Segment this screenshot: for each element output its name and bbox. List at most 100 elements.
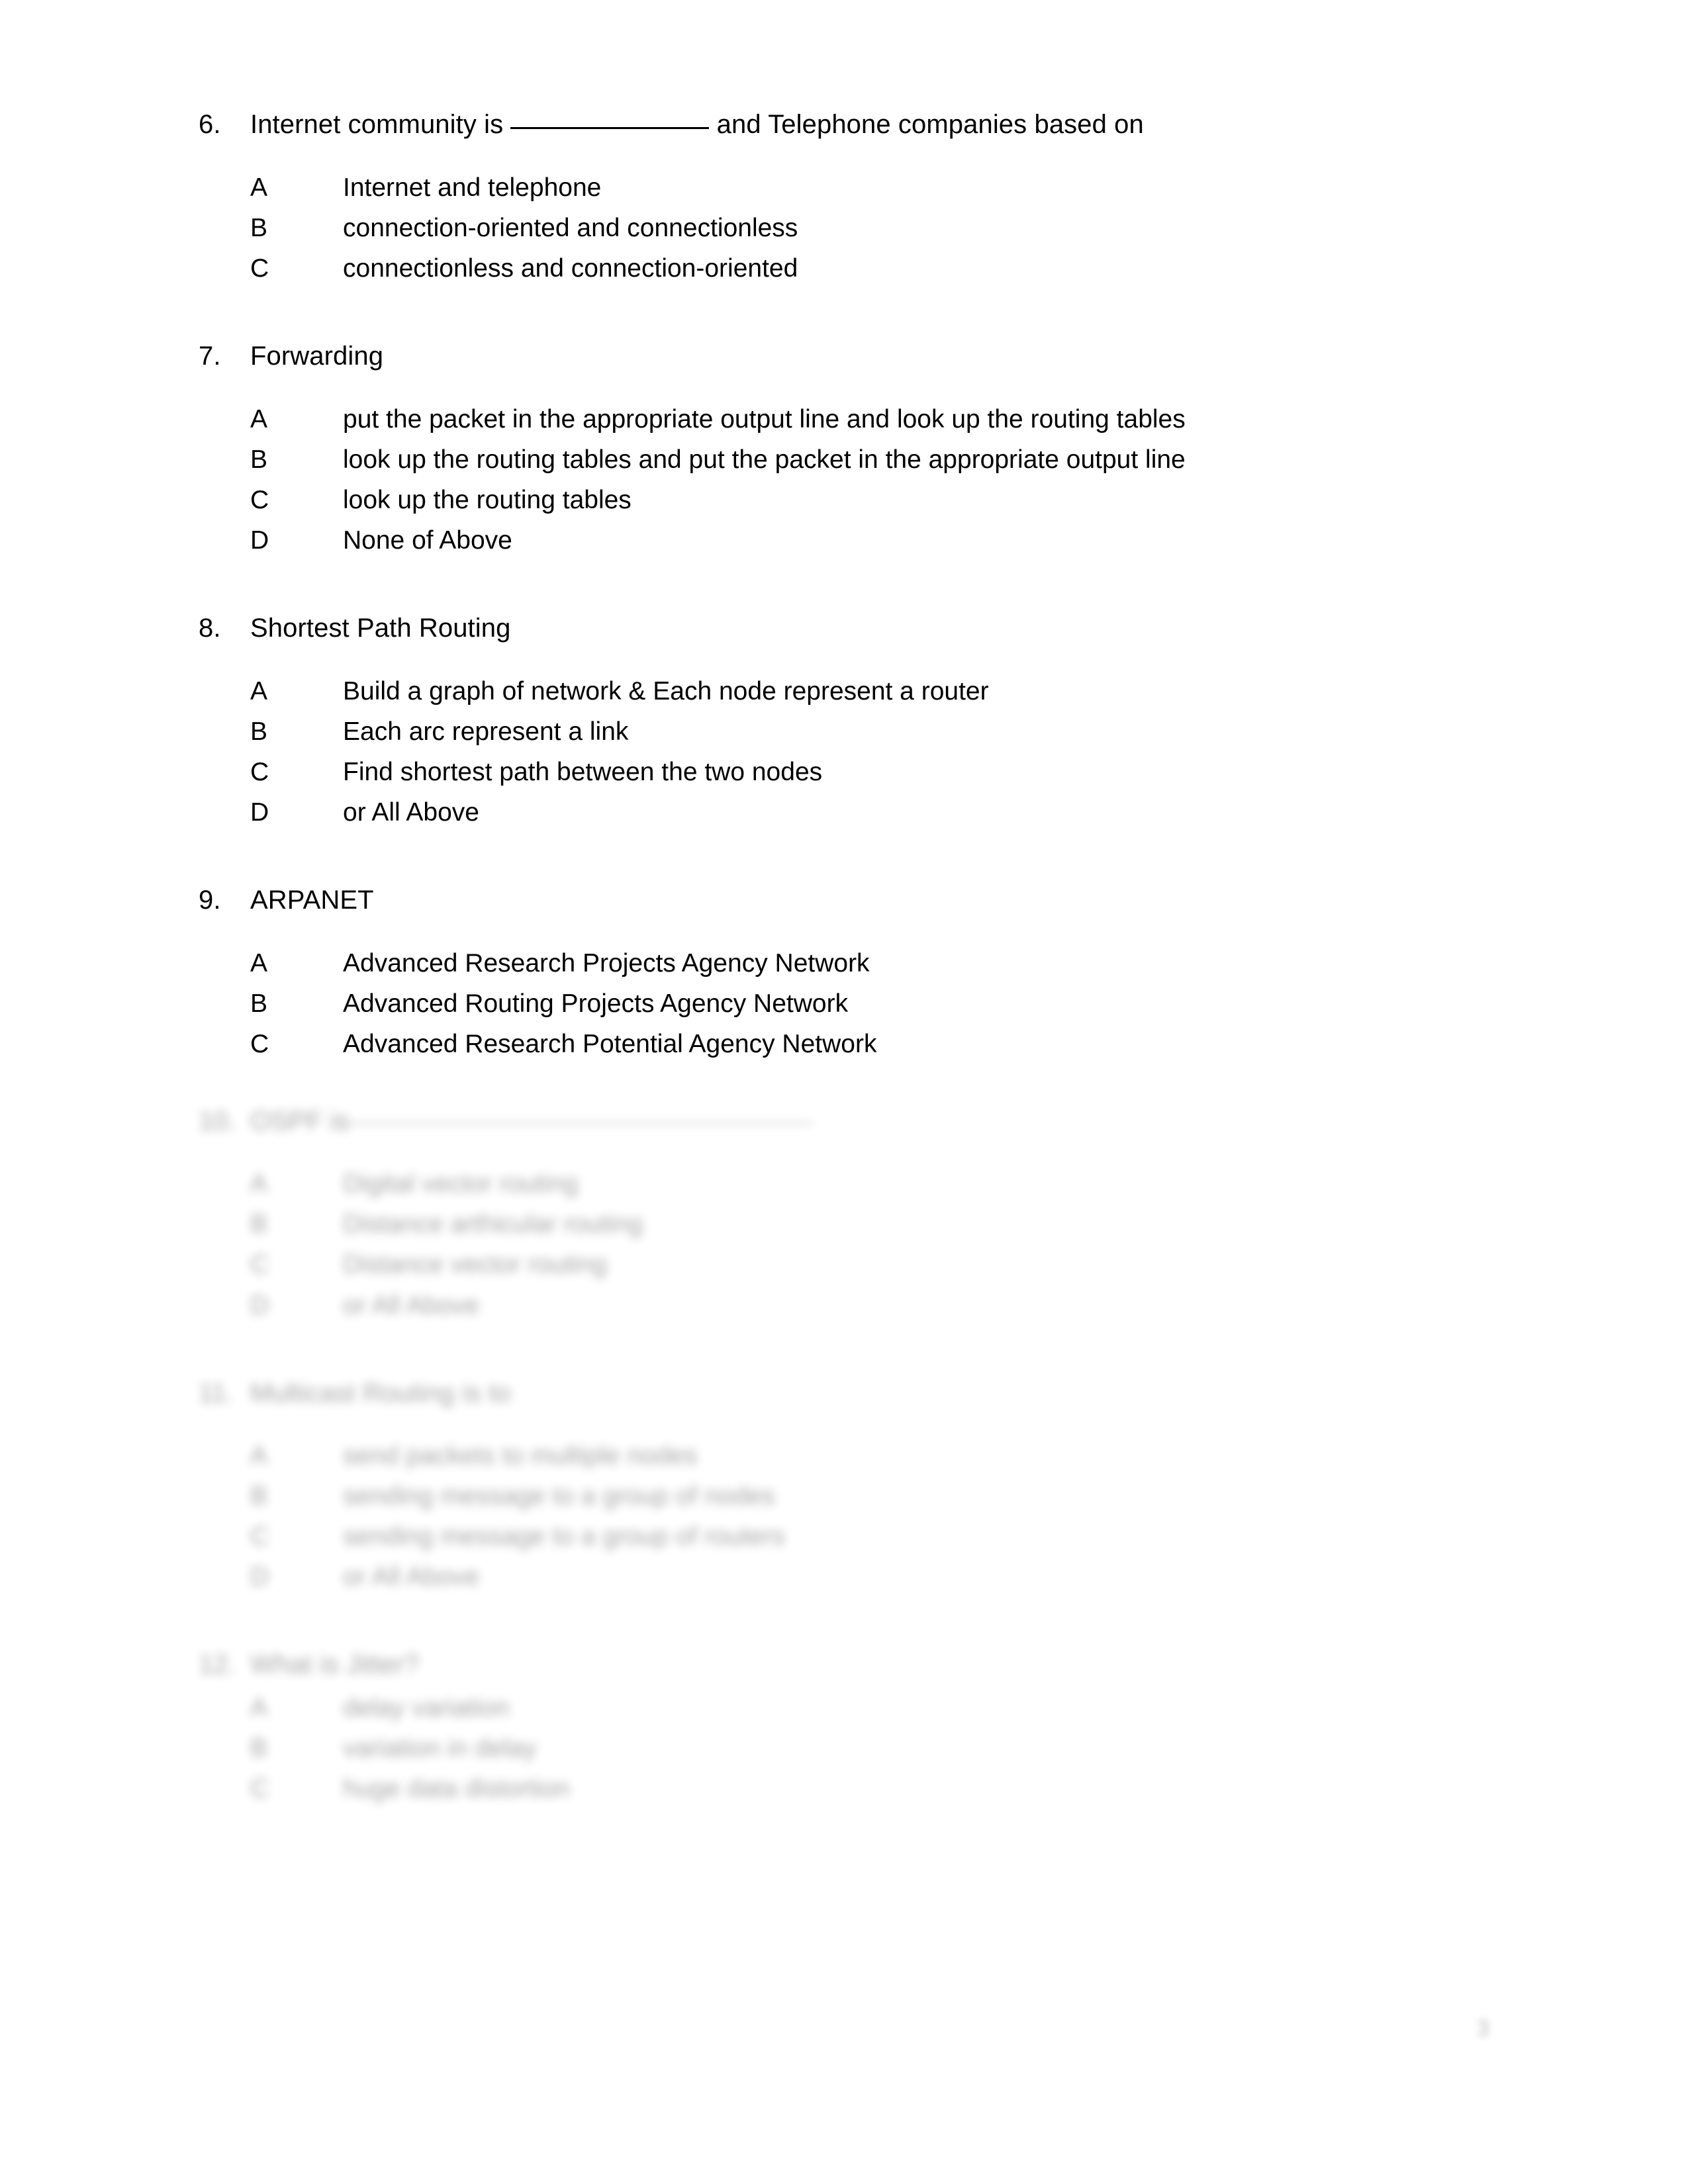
option-letter: C [250, 757, 269, 786]
option-row: D or All Above [250, 1559, 1456, 1594]
question-number: 11. [199, 1378, 234, 1408]
option-text: put the packet in the appropriate output… [343, 404, 1186, 433]
question-stem: 9. ARPANET [199, 882, 1456, 919]
option-row: A Build a graph of network & Each node r… [250, 674, 1456, 709]
option-letter: B [250, 1210, 268, 1239]
question-text: Internet community is and Telephone comp… [250, 106, 1456, 144]
option-letter: D [250, 1291, 269, 1320]
page-number: 3 [1477, 2016, 1489, 2041]
option-text: look up the routing tables and put the p… [343, 445, 1186, 474]
option-letter: C [250, 485, 269, 514]
option-text: Advanced Research Projects Agency Networ… [343, 948, 870, 978]
option-letter: D [250, 525, 269, 555]
option-row: A Internet and telephone [250, 170, 1456, 205]
option-text: Advanced Research Potential Agency Netwo… [343, 1029, 877, 1058]
option-text: look up the routing tables [343, 485, 632, 514]
option-text: Distance arthicular routing [343, 1210, 643, 1239]
option-letter: A [250, 404, 268, 433]
option-list: A delay variation B variation in delay C… [199, 1690, 1456, 1806]
option-letter: C [250, 253, 269, 283]
option-list: A put the packet in the appropriate outp… [199, 402, 1456, 558]
option-text: Build a graph of network & Each node rep… [343, 676, 989, 705]
option-letter: C [250, 1522, 269, 1551]
option-text: sending message to a group of nodes [343, 1482, 775, 1511]
option-letter: A [250, 1169, 268, 1199]
option-row: C Find shortest path between the two nod… [250, 754, 1456, 790]
question-number: 8. [199, 613, 221, 643]
option-text: or All Above [343, 1291, 479, 1320]
option-letter: A [250, 1694, 268, 1723]
option-letter: C [250, 1029, 269, 1058]
question-text: OSPF is [250, 1103, 1456, 1140]
option-text: Distance vector routing [343, 1250, 607, 1279]
option-row: C look up the routing tables [250, 482, 1456, 518]
option-list: A Advanced Research Projects Agency Netw… [199, 946, 1456, 1062]
option-letter: B [250, 989, 268, 1018]
option-row: C Advanced Research Potential Agency Net… [250, 1026, 1456, 1062]
option-letter: B [250, 1734, 268, 1763]
question-block-7: 7. Forwarding A put the packet in the ap… [199, 338, 1456, 558]
option-row: B connection-oriented and connectionless [250, 210, 1456, 246]
option-text: sending message to a group of routers [343, 1522, 785, 1551]
option-row: A put the packet in the appropriate outp… [250, 402, 1456, 437]
option-text: Find shortest path between the two nodes [343, 757, 823, 786]
question-stem: 6. Internet community is and Telephone c… [199, 106, 1456, 144]
option-text: or All Above [343, 797, 479, 827]
option-text: None of Above [343, 525, 512, 555]
question-text: ARPANET [250, 885, 374, 915]
option-text: connection-oriented and connectionless [343, 213, 798, 242]
document-page: 6. Internet community is and Telephone c… [0, 0, 1688, 2184]
option-row: A Digital vector routing [250, 1166, 1456, 1201]
option-list: A Internet and telephone B connection-or… [199, 170, 1456, 286]
option-letter: B [250, 213, 268, 242]
question-text: What is Jitter? [250, 1650, 419, 1680]
question-stem: 10. OSPF is [199, 1103, 1456, 1140]
option-letter: C [250, 1774, 269, 1803]
option-row: A send packets to multiple nodes [250, 1438, 1456, 1473]
option-row: C connectionless and connection-oriented [250, 251, 1456, 286]
option-text: Digital vector routing [343, 1169, 579, 1199]
question-block-9: 9. ARPANET A Advanced Research Projects … [199, 882, 1456, 1062]
question-stem: 7. Forwarding [199, 338, 1456, 375]
question-stem: 12. What is Jitter? [199, 1646, 1456, 1684]
fill-in-blank [349, 1122, 813, 1124]
question-list: 6. Internet community is and Telephone c… [199, 106, 1456, 1821]
option-row: B sending message to a group of nodes [250, 1479, 1456, 1514]
option-letter: A [250, 676, 268, 705]
option-row: B Distance arthicular routing [250, 1206, 1456, 1242]
question-text: Shortest Path Routing [250, 613, 511, 643]
option-row: B look up the routing tables and put the… [250, 442, 1456, 477]
option-text: Advanced Routing Projects Agency Network [343, 989, 849, 1018]
option-row: D or All Above [250, 795, 1456, 830]
option-row: C huge data distortion [250, 1771, 1456, 1806]
option-text: delay variation [343, 1694, 510, 1723]
question-text: Multicast Routing is to [250, 1378, 511, 1408]
option-text: huge data distortion [343, 1774, 570, 1803]
option-letter: D [250, 797, 269, 827]
question-number: 10. [199, 1106, 236, 1136]
option-letter: B [250, 445, 268, 474]
option-row: A Advanced Research Projects Agency Netw… [250, 946, 1456, 981]
option-letter: B [250, 1482, 268, 1511]
question-text-part1: OSPF is [250, 1106, 350, 1136]
question-number: 6. [199, 110, 221, 139]
question-block-12: 12. What is Jitter? A delay variation B … [199, 1646, 1456, 1806]
option-row: C sending message to a group of routers [250, 1519, 1456, 1554]
option-row: B Advanced Routing Projects Agency Netwo… [250, 986, 1456, 1021]
option-row: D or All Above [250, 1288, 1456, 1323]
question-number: 7. [199, 341, 221, 371]
option-list: A Digital vector routing B Distance arth… [199, 1166, 1456, 1322]
question-text: Forwarding [250, 341, 384, 371]
question-block-10: 10. OSPF is A Digital vector routing B D… [199, 1103, 1456, 1323]
option-list: A send packets to multiple nodes B sendi… [199, 1438, 1456, 1594]
option-letter: D [250, 1563, 269, 1592]
fill-in-blank [510, 127, 710, 129]
option-row: B variation in delay [250, 1731, 1456, 1766]
option-letter: C [250, 1250, 269, 1279]
question-number: 12. [199, 1650, 236, 1680]
option-letter: A [250, 173, 268, 202]
option-letter: A [250, 1441, 268, 1471]
